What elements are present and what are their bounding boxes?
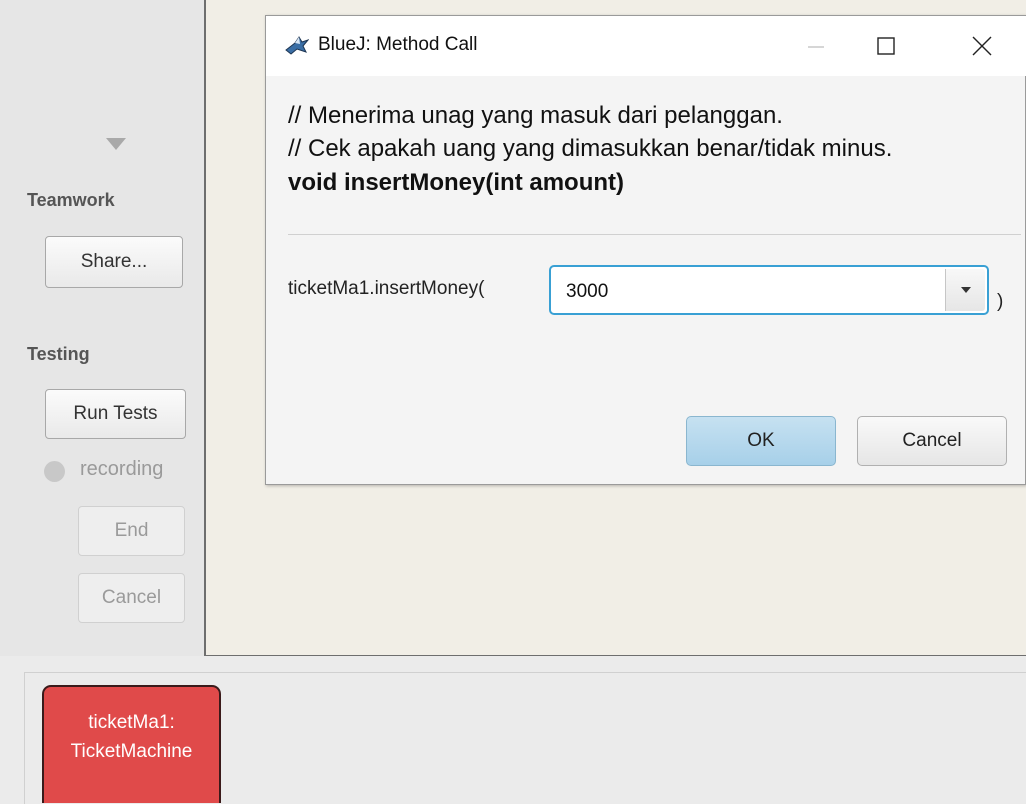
minimize-button[interactable]: [786, 16, 846, 76]
recording-indicator-icon: [44, 461, 65, 482]
close-icon: [972, 36, 992, 56]
object-class: TicketMachine: [70, 741, 193, 762]
maximize-button[interactable]: [856, 16, 916, 76]
object-name: ticketMa1:: [88, 712, 175, 733]
teamwork-label: Teamwork: [27, 190, 115, 210]
method-call-prefix: ticketMa1.insertMoney(: [288, 278, 485, 299]
chevron-down-icon: [960, 287, 971, 293]
collapse-triangle-icon[interactable]: [106, 138, 126, 150]
method-call-dialog: BlueJ: Method Call // Menerima unag yang…: [265, 15, 1026, 485]
bluej-bird-icon: [285, 36, 309, 55]
minimize-icon: [808, 46, 824, 48]
separator: [288, 234, 1021, 235]
method-signature: void insertMoney(int amount): [288, 169, 624, 196]
canvas-divider: [206, 655, 1026, 656]
ok-button[interactable]: OK: [686, 416, 836, 466]
left-panel: Teamwork Share... Testing Run Tests reco…: [0, 0, 204, 656]
maximize-icon: [877, 37, 895, 55]
dialog-titlebar[interactable]: BlueJ: Method Call: [266, 16, 1026, 76]
share-button[interactable]: Share...: [45, 236, 183, 288]
close-button[interactable]: [952, 16, 1012, 76]
dialog-cancel-button[interactable]: Cancel: [857, 416, 1007, 466]
run-tests-button[interactable]: Run Tests: [45, 389, 186, 439]
testing-label: Testing: [27, 344, 90, 364]
cancel-recording-button[interactable]: Cancel: [78, 573, 185, 623]
end-button[interactable]: End: [78, 506, 185, 556]
argument-combobox[interactable]: 3000: [549, 265, 989, 315]
combobox-dropdown-button[interactable]: [945, 269, 985, 311]
dialog-title: BlueJ: Method Call: [318, 34, 478, 55]
method-comment-line-2: // Cek apakah uang yang dimasukkan benar…: [288, 135, 893, 162]
object-instance-ticketma1[interactable]: ticketMa1: TicketMachine: [42, 685, 221, 803]
recording-label: recording: [80, 458, 164, 480]
argument-value[interactable]: 3000: [566, 281, 608, 303]
method-comment-line-1: // Menerima unag yang masuk dari pelangg…: [288, 102, 783, 129]
method-call-suffix: ): [997, 291, 1004, 312]
